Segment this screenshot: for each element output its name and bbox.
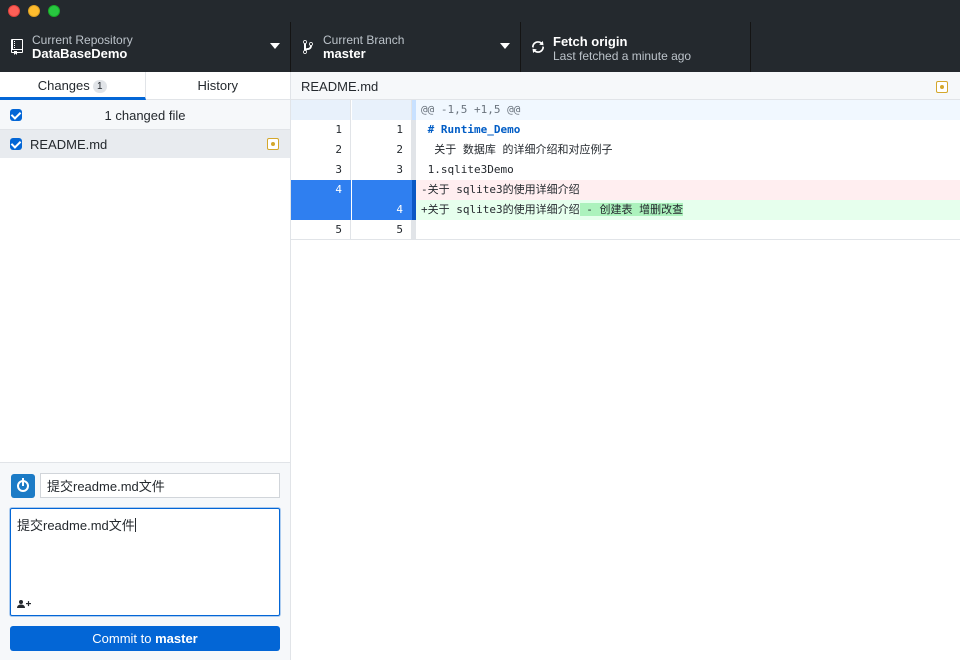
toolbar: Current Repository DataBaseDemo Current … xyxy=(0,22,960,72)
close-window-button[interactable] xyxy=(8,5,20,17)
new-line-number: 4 xyxy=(352,200,412,220)
commit-area: 提交readme.md文件 Commit to master xyxy=(0,462,290,660)
commit-button[interactable]: Commit to master xyxy=(10,626,280,651)
commit-button-branch: master xyxy=(155,631,198,646)
old-line-number xyxy=(291,200,351,220)
chevron-down-icon xyxy=(500,43,510,49)
repository-label: Current Repository xyxy=(32,33,133,47)
commit-button-prefix: Commit to xyxy=(92,631,156,646)
commit-description-field[interactable]: 提交readme.md文件 xyxy=(10,508,280,616)
new-line-number: 5 xyxy=(352,220,412,240)
line-text: # Runtime_Demo xyxy=(427,123,521,136)
line-text: 关于 sqlite3的使用详细介绍 xyxy=(427,183,580,196)
line-prefix xyxy=(421,123,428,136)
line-content: # Runtime_Demo xyxy=(416,120,960,140)
added-highlight: - 创建表 增删改查 xyxy=(579,203,684,216)
file-name: README.md xyxy=(30,137,108,152)
diff-line[interactable]: 1 1 # Runtime_Demo xyxy=(291,120,960,140)
diff-line[interactable]: 2 2 关于 数据库 的详细介绍和对应例子 xyxy=(291,140,960,160)
repo-icon xyxy=(11,39,23,55)
tab-changes[interactable]: Changes 1 xyxy=(0,72,146,100)
modified-icon xyxy=(936,81,948,93)
repository-name: DataBaseDemo xyxy=(32,46,128,61)
zoom-window-button[interactable] xyxy=(48,5,60,17)
fetch-title: Fetch origin xyxy=(553,34,628,49)
line-text: 关于 数据库 的详细介绍和对应例子 xyxy=(427,143,613,156)
diff-body: @@ -1,5 +1,5 @@ 1 1 # Runtime_Demo 2 2 关… xyxy=(291,100,960,240)
old-line-number: 1 xyxy=(291,120,351,140)
current-branch-button[interactable]: Current Branch master xyxy=(291,22,521,72)
changes-count-badge: 1 xyxy=(92,80,107,93)
tab-history[interactable]: History xyxy=(146,72,291,100)
app-window: Current Repository DataBaseDemo Current … xyxy=(0,0,960,660)
fetch-subtitle: Last fetched a minute ago xyxy=(553,49,692,63)
sidebar: Changes 1 History 1 changed file README.m… xyxy=(0,72,291,660)
line-prefix xyxy=(421,223,428,236)
commit-description-text: 提交readme.md文件 xyxy=(17,515,136,534)
diff-file-name: README.md xyxy=(301,79,379,94)
old-line-number: 4 xyxy=(291,180,351,200)
diff-line-deleted[interactable]: 4 -关于 sqlite3的使用详细介绍 xyxy=(291,180,960,200)
minimize-window-button[interactable] xyxy=(28,5,40,17)
branch-icon xyxy=(303,39,313,54)
modified-icon xyxy=(267,138,279,150)
text-cursor xyxy=(134,518,136,532)
fetch-origin-button[interactable]: Fetch origin Last fetched a minute ago xyxy=(521,22,751,72)
chevron-down-icon xyxy=(270,43,280,49)
changes-header: 1 changed file xyxy=(0,100,290,130)
old-line-number: 3 xyxy=(291,160,351,180)
old-line-number: 5 xyxy=(291,220,351,240)
new-line-number: 1 xyxy=(352,120,412,140)
line-prefix xyxy=(421,143,428,156)
title-bar xyxy=(0,0,960,22)
diff-line-added[interactable]: 4 +关于 sqlite3的使用详细介绍 - 创建表 增删改查 xyxy=(291,200,960,220)
line-content: 1.sqlite3Demo xyxy=(416,160,960,180)
changed-files-count: 1 changed file xyxy=(104,108,186,123)
diff-line[interactable]: 5 5 xyxy=(291,220,960,240)
hunk-header-row: @@ -1,5 +1,5 @@ xyxy=(291,100,960,120)
branch-name: master xyxy=(323,46,366,61)
sync-icon xyxy=(532,41,544,53)
line-prefix: + xyxy=(421,203,428,216)
changed-file-row[interactable]: README.md xyxy=(0,130,290,158)
sidebar-tabs: Changes 1 History xyxy=(0,72,290,100)
diff-header: README.md xyxy=(291,72,960,100)
line-content xyxy=(416,220,960,240)
commit-description-value: 提交readme.md文件 xyxy=(17,518,135,533)
line-text: 关于 sqlite3的使用详细介绍 xyxy=(427,203,580,216)
old-line-number xyxy=(291,100,351,120)
commit-summary-input[interactable] xyxy=(40,473,280,498)
line-content: +关于 sqlite3的使用详细介绍 - 创建表 增删改查 xyxy=(416,200,960,220)
line-text: 1.sqlite3Demo xyxy=(427,163,514,176)
tab-history-label: History xyxy=(197,78,238,93)
add-coauthor-icon[interactable] xyxy=(17,599,31,609)
branch-label: Current Branch xyxy=(323,33,405,47)
hunk-header: @@ -1,5 +1,5 @@ xyxy=(416,100,960,120)
line-prefix: - xyxy=(421,183,428,196)
diff-panel: README.md @@ -1,5 +1,5 @@ 1 1 # Runtime_… xyxy=(291,72,960,660)
diff-line[interactable]: 3 3 1.sqlite3Demo xyxy=(291,160,960,180)
tab-changes-label: Changes xyxy=(37,78,90,93)
new-line-number: 3 xyxy=(352,160,412,180)
new-line-number xyxy=(352,100,412,120)
current-repository-button[interactable]: Current Repository DataBaseDemo xyxy=(0,22,291,72)
avatar xyxy=(11,474,35,498)
line-prefix xyxy=(421,163,428,176)
line-content: 关于 数据库 的详细介绍和对应例子 xyxy=(416,140,960,160)
file-include-checkbox[interactable] xyxy=(10,138,22,150)
line-content: -关于 sqlite3的使用详细介绍 xyxy=(416,180,960,200)
old-line-number: 2 xyxy=(291,140,351,160)
new-line-number: 2 xyxy=(352,140,412,160)
new-line-number xyxy=(352,180,412,200)
